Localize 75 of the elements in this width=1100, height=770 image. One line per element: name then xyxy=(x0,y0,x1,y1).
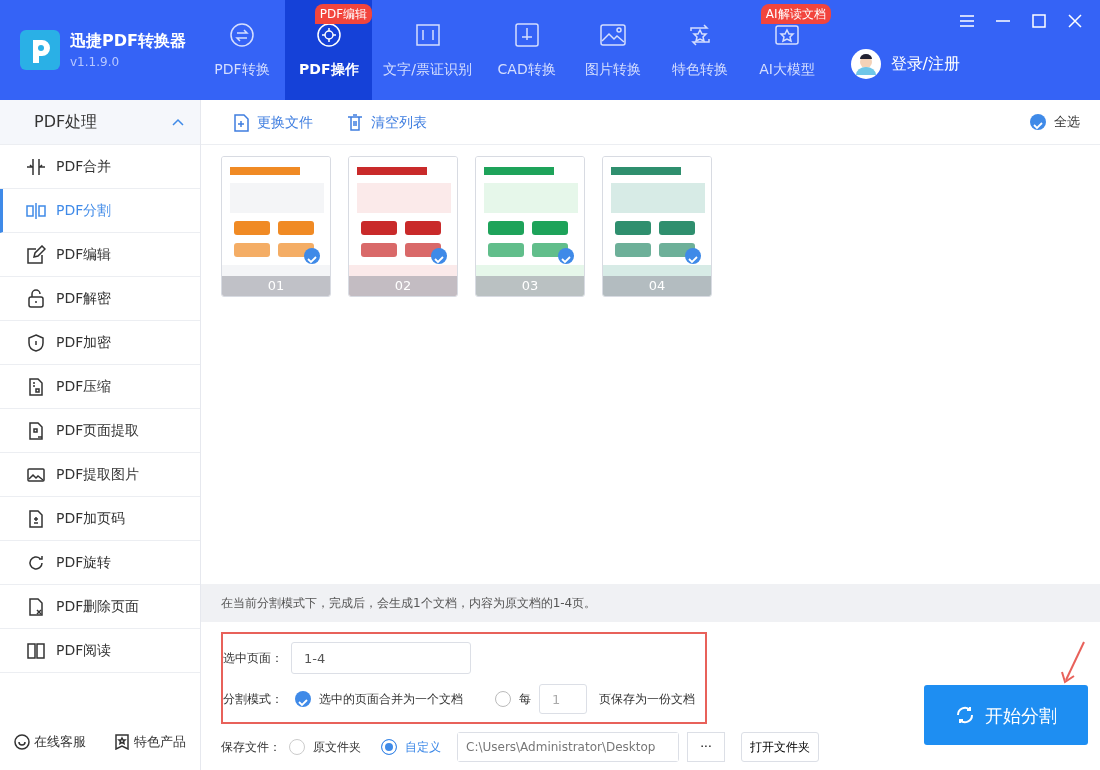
trash-icon xyxy=(347,112,363,132)
app-name: 迅捷PDF转换器 xyxy=(70,30,186,52)
maximize-icon[interactable] xyxy=(1032,14,1046,28)
sidebar-item[interactable]: PDF加密 xyxy=(0,321,200,365)
add-file-icon xyxy=(233,112,249,132)
edit-icon xyxy=(26,244,46,265)
footer-link[interactable]: 特色产品 xyxy=(114,732,186,752)
radio-button[interactable] xyxy=(295,691,311,707)
collapse-icon[interactable] xyxy=(172,118,184,126)
sidebar-item[interactable]: PDF阅读 xyxy=(0,629,200,673)
file-icon xyxy=(26,508,46,529)
radio-button[interactable] xyxy=(381,739,397,755)
nav-tab[interactable]: CAD转换 xyxy=(483,0,571,100)
sidebar-item[interactable]: PDF合并 xyxy=(0,145,200,189)
star-icon xyxy=(114,734,130,750)
nav-tab[interactable]: 特色转换 xyxy=(656,0,744,100)
sidebar-item[interactable]: PDF旋转 xyxy=(0,541,200,585)
path-field[interactable]: C:\Users\Administrator\Desktop xyxy=(457,732,679,762)
option-label[interactable]: 每 xyxy=(519,690,531,708)
field-label: 分割模式： xyxy=(223,691,283,708)
nav-tab[interactable]: 图片转换 xyxy=(570,0,657,100)
merge-icon xyxy=(26,156,46,177)
page-range-field[interactable]: 1-4 xyxy=(291,642,471,674)
open-folder-button[interactable]: 打开文件夹 xyxy=(741,732,819,762)
sidebar-item[interactable]: PDF解密 xyxy=(0,277,200,321)
book-icon xyxy=(26,640,46,661)
file-icon xyxy=(26,376,46,397)
radio-button[interactable] xyxy=(495,691,511,707)
file-icon xyxy=(26,420,46,441)
nav-tab[interactable]: 文字/票证识别 xyxy=(372,0,484,100)
toolbar-button[interactable]: 更换文件 xyxy=(233,111,313,133)
sidebar-item[interactable]: PDF删除页面 xyxy=(0,585,200,629)
option-label[interactable]: 选中的页面合并为一个文档 xyxy=(319,690,463,708)
sidebar-item[interactable]: PDF编辑 xyxy=(0,233,200,277)
logo-icon xyxy=(20,30,60,70)
field-label: 选中页面： xyxy=(223,650,283,667)
file-icon xyxy=(26,596,46,617)
shield-icon xyxy=(26,332,46,353)
page-number: 04 xyxy=(603,276,711,296)
split-icon xyxy=(26,200,46,221)
app-version: v1.1.9.0 xyxy=(70,54,121,71)
sidebar-item[interactable]: PDF提取图片 xyxy=(0,453,200,497)
browse-button[interactable]: ··· xyxy=(687,732,725,762)
tab-badge: PDF编辑 xyxy=(314,4,373,24)
nav-tab[interactable]: AI解读文档 AI大模型 xyxy=(743,0,831,100)
checkbox-label[interactable]: 全选 xyxy=(1054,112,1080,132)
info-text: 在当前分割模式下，完成后，会生成1个文档，内容为原文档的1-4页。 xyxy=(201,584,1100,622)
footer-link[interactable]: 在线客服 xyxy=(14,732,86,752)
option-label: 页保存为一份文档 xyxy=(599,691,695,708)
page-number: 03 xyxy=(476,276,584,296)
toolbar-button[interactable]: 清空列表 xyxy=(347,111,427,133)
avatar-icon xyxy=(850,49,881,79)
radio-button[interactable] xyxy=(289,739,305,755)
login-link[interactable]: 登录/注册 xyxy=(890,52,960,76)
chat-icon xyxy=(14,734,30,750)
image-icon xyxy=(598,21,629,49)
nav-tab[interactable]: PDF编辑 PDF操作 xyxy=(285,0,373,100)
sidebar-item[interactable]: PDF页面提取 xyxy=(0,409,200,453)
sidebar-item[interactable]: PDF压缩 xyxy=(0,365,200,409)
tab-badge: AI解读文档 xyxy=(760,4,831,24)
option-label[interactable]: 原文件夹 xyxy=(313,738,361,756)
section-title: PDF处理 xyxy=(34,111,98,133)
field-label: 保存文件： xyxy=(221,739,281,756)
checkbox[interactable] xyxy=(1030,114,1046,130)
arrow-icon xyxy=(1058,640,1088,685)
page-number: 01 xyxy=(222,276,330,296)
menu-icon[interactable] xyxy=(960,14,974,28)
page-number: 02 xyxy=(349,276,457,296)
lock-icon xyxy=(26,288,46,309)
option-label[interactable]: 自定义 xyxy=(405,738,441,756)
refresh-icon xyxy=(955,705,975,725)
sidebar-item[interactable]: PDF加页码 xyxy=(0,497,200,541)
nav-tab[interactable]: PDF转换 xyxy=(198,0,286,100)
sidebar-item[interactable]: PDF分割 xyxy=(0,189,200,233)
close-icon[interactable] xyxy=(1068,14,1082,28)
